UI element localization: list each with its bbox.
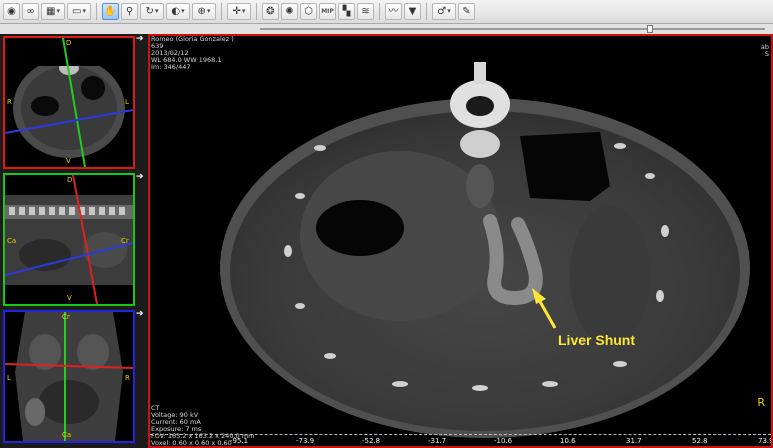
ruler-tick-label: -73.9 [296, 437, 315, 445]
annotation-icon: ♂ [437, 5, 447, 17]
coronal-thumbnail-image [5, 312, 133, 441]
contrast-icon: ◐ [171, 5, 181, 17]
ruler-tick-label: -10.6 [494, 437, 513, 445]
coronal-label-top: Cr [62, 313, 70, 321]
axial-label-bottom: V [66, 157, 71, 165]
glasses-icon[interactable]: ∞ [22, 3, 39, 20]
orientation-right-label: R [757, 396, 765, 409]
mip-button-label: MIP [321, 7, 334, 15]
sagittal-label-left: Ca [7, 237, 17, 245]
surface-render-icon: ✺ [285, 5, 294, 17]
eye-icon[interactable]: ◉ [3, 3, 20, 20]
sagittal-label-top: D [67, 176, 73, 184]
ruler-tick-label: 31.7 [626, 437, 642, 445]
right-info-overlay: ab S [761, 44, 769, 58]
layout-dropdown[interactable]: ▦ [41, 3, 65, 20]
coronal-expand-arrow[interactable]: ➔ [136, 309, 146, 319]
coronal-label-left: L [7, 374, 11, 382]
stack-icon: ≋ [361, 5, 370, 17]
slice-slider-row [0, 24, 773, 34]
ruler-tick-label: 73.9 [758, 437, 773, 445]
toolbar-separator [426, 3, 427, 20]
axial-thumbnail[interactable]: D V R L [3, 36, 135, 169]
viewport-thumbnails: D V R L ➔ D V Ca Cr ➔ Cr Ca L R ➔ [0, 34, 148, 448]
mip-button[interactable]: MIP [319, 3, 336, 20]
zoom-magnifier-icon[interactable]: ⚲ [121, 3, 138, 20]
ruler-tick-label: -31.7 [428, 437, 447, 445]
coronal-label-right: R [125, 374, 130, 382]
toolbar-separator [379, 3, 380, 20]
rotate-icon: ↻ [145, 5, 154, 17]
toolbar-separator [256, 3, 257, 20]
grid-layout-icon[interactable]: ▚ [338, 3, 355, 20]
curve-icon: 〰 [388, 5, 399, 17]
pencil-icon: ✎ [462, 5, 471, 17]
measurement-ruler: -95.1 -73.9 -52.8 -31.7 -10.6 10.6 31.7 52.8 73.… [150, 434, 771, 446]
ruler-tick-label: -52.8 [362, 437, 381, 445]
axial-label-right: L [125, 98, 129, 106]
sagittal-thumbnail-image [5, 175, 133, 304]
info-top-line: Romeo (Gloria Gonzalez ) [151, 35, 234, 43]
curve-icon[interactable]: 〰 [385, 3, 402, 20]
sagittal-thumbnail[interactable]: D V Ca Cr [3, 173, 135, 306]
toolbar-separator [221, 3, 222, 20]
volume-render-icon: ❂ [266, 5, 275, 17]
glasses-icon: ∞ [26, 5, 35, 17]
pan-hand-icon[interactable]: ✋ [102, 3, 119, 20]
crosshair-dropdown[interactable]: ⊕ [192, 3, 216, 20]
liver-shunt-annotation: Liver Shunt [558, 332, 636, 348]
main-ct-viewport[interactable]: Romeo (Gloria Gonzalez ) 639 2013/02/12 WL … [148, 34, 773, 448]
stack-icon[interactable]: ≋ [357, 3, 374, 20]
pan-hand-icon: ✋ [104, 5, 117, 17]
coronal-thumbnail[interactable]: Cr Ca L R [3, 310, 135, 443]
cursor-dropdown[interactable]: ✛ [227, 3, 251, 20]
grid-layout-icon: ▚ [342, 5, 351, 17]
surface-render-icon[interactable]: ✺ [281, 3, 298, 20]
axial-expand-arrow[interactable]: ➔ [136, 34, 146, 44]
info-right-line: S [764, 50, 769, 58]
info-top-line: Im: 346/447 [151, 63, 191, 71]
screen-icon: ▭ [72, 5, 82, 17]
axial-thumbnail-image [5, 38, 133, 167]
sagittal-label-right: Cr [121, 237, 129, 245]
ruler-tick-label: 10.6 [560, 437, 576, 445]
ruler-tick-label: 52.8 [692, 437, 708, 445]
eye-icon: ◉ [7, 5, 16, 17]
zoom-magnifier-icon: ⚲ [125, 5, 134, 17]
slice-slider-thumb[interactable] [647, 25, 653, 33]
annotation-dropdown[interactable]: ♂ [432, 3, 456, 20]
axial-label-left: R [7, 98, 12, 106]
ruler-tick-label: -95.1 [230, 437, 249, 445]
filter-icon[interactable]: ▼ [404, 3, 421, 20]
toolbar-separator [96, 3, 97, 20]
sagittal-expand-arrow[interactable]: ➔ [136, 172, 146, 182]
axial-ct-slice [150, 36, 771, 438]
filter-icon: ▼ [408, 5, 417, 17]
crosshair-icon: ⊕ [197, 5, 206, 17]
cursor-icon: ✛ [232, 5, 241, 17]
toolbar: ◉ ∞ ▦ ▭ ✋ ⚲ ↻ ◐ ⊕ ✛ ❂ ✺ ⬡ MIP ▚ ≋ 〰 ▼ ♂ ✎ [0, 0, 773, 24]
volume-render-icon[interactable]: ❂ [262, 3, 279, 20]
slice-slider-track[interactable] [260, 28, 765, 30]
cube-icon: ⬡ [304, 5, 313, 17]
pencil-icon[interactable]: ✎ [458, 3, 475, 20]
axial-label-top: D [66, 39, 72, 47]
cube-icon[interactable]: ⬡ [300, 3, 317, 20]
contrast-dropdown[interactable]: ◐ [166, 3, 190, 20]
rotate-dropdown[interactable]: ↻ [140, 3, 164, 20]
layout-icon: ▦ [46, 5, 56, 17]
coronal-label-bottom: Ca [62, 431, 72, 439]
screen-dropdown[interactable]: ▭ [67, 3, 91, 20]
sagittal-label-bottom: V [67, 294, 72, 302]
patient-info-overlay: Romeo (Gloria Gonzalez ) 639 2013/02/12 WL … [151, 36, 234, 71]
